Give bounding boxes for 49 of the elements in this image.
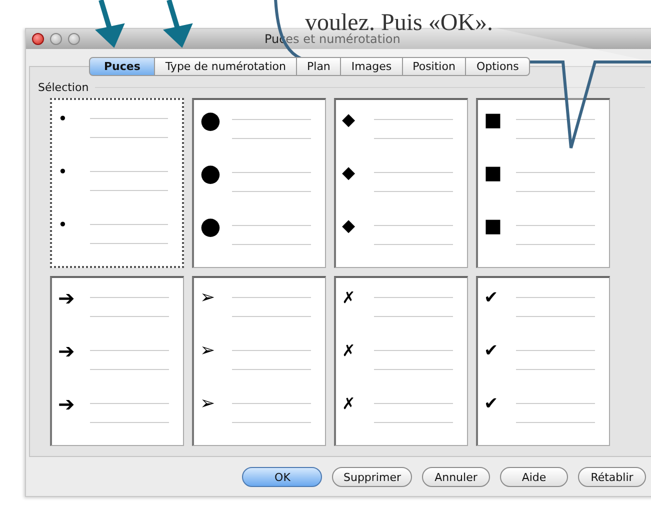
bullet-symbol: ➔ xyxy=(58,342,76,360)
bullet-symbol: • xyxy=(58,110,68,128)
bullet-symbol: ◆ xyxy=(342,164,356,182)
bullet-style-option[interactable]: ✗ ✗ ✗ xyxy=(334,276,468,446)
bullet-style-option[interactable]: ◆ ◆ ◆ xyxy=(334,98,468,268)
close-icon[interactable] xyxy=(32,33,44,45)
ok-button[interactable]: OK xyxy=(242,467,322,487)
bullet-symbol: ➔ xyxy=(58,394,76,412)
bullet-symbol: • xyxy=(58,162,68,181)
tab[interactable]: Type de numérotation xyxy=(155,57,297,76)
bullet-symbol: ✔ xyxy=(484,394,500,412)
bullet-symbol: ◆ xyxy=(342,110,356,128)
bullet-symbol: ■ xyxy=(484,110,503,128)
bullet-symbol: ◆ xyxy=(342,216,356,234)
bullet-symbol: ■ xyxy=(484,216,503,234)
tab[interactable]: Position xyxy=(402,57,466,76)
arrow-icon xyxy=(163,0,193,48)
bullet-symbol: ✗ xyxy=(342,394,356,412)
bullet-symbol: ➢ xyxy=(200,288,216,306)
arrow-icon xyxy=(95,0,125,48)
bullet-style-option[interactable]: ➔ ➔ ➔ xyxy=(50,276,184,446)
bullet-symbol: ✔ xyxy=(484,288,500,306)
bullet-symbol: ● xyxy=(200,216,220,234)
bullet-style-option[interactable]: ➢ ➢ ➢ xyxy=(192,276,326,446)
dialog-button[interactable]: Aide xyxy=(500,467,568,487)
bullet-symbol: ✔ xyxy=(484,342,500,360)
bullet-symbol: ■ xyxy=(484,164,503,182)
zoom-icon[interactable] xyxy=(68,33,80,45)
dialog-button[interactable]: Supprimer xyxy=(332,467,412,487)
bullet-symbol: • xyxy=(58,216,68,234)
bullet-style-option[interactable]: • • • xyxy=(50,98,184,268)
bullet-symbol: ➔ xyxy=(58,288,76,306)
tab[interactable]: Options xyxy=(466,57,530,76)
bullet-style-option[interactable]: ■ ■ ■ xyxy=(476,98,610,268)
bullet-symbol: ✗ xyxy=(342,342,356,360)
tab[interactable]: Puces xyxy=(89,57,156,76)
tab[interactable]: Images xyxy=(341,57,403,76)
minimize-icon[interactable] xyxy=(50,33,62,45)
bullet-style-option[interactable]: ● ● ● xyxy=(192,98,326,268)
dialog-button[interactable]: Rétablir xyxy=(578,467,646,487)
section-label: Sélection xyxy=(38,81,89,94)
bullet-symbol: ● xyxy=(200,164,220,182)
dialog-button[interactable]: Annuler xyxy=(422,467,490,487)
tab[interactable]: Plan xyxy=(297,57,342,76)
bullet-symbol: ✗ xyxy=(342,288,356,306)
bullet-style-option[interactable]: ✔ ✔ ✔ xyxy=(476,276,610,446)
bullet-symbol: ➢ xyxy=(200,394,216,412)
bullet-symbol: ● xyxy=(200,110,220,128)
bullet-symbol: ➢ xyxy=(200,342,216,360)
